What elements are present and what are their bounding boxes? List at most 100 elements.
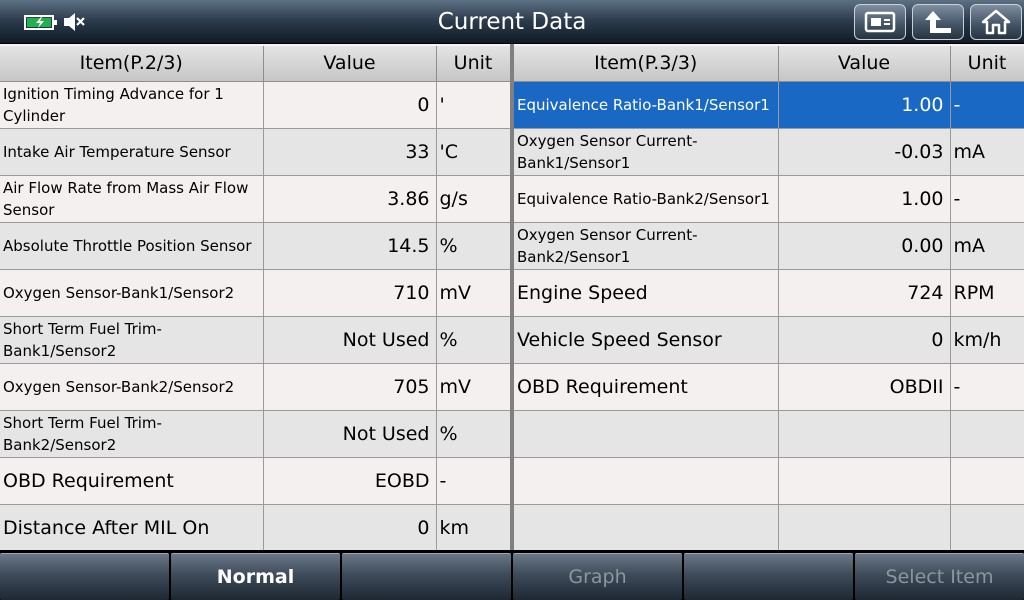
item-cell: Engine Speed [514,269,779,317]
table-row[interactable] [514,504,1024,552]
unit-cell: mA [950,222,1024,270]
value-cell: 14.5 [263,222,437,270]
value-cell: 0 [263,81,437,129]
unit-cell: mA [950,128,1024,176]
right-data-panel: Item(P.3/3) Value Unit Equivalence Ratio… [514,44,1024,552]
table-row[interactable]: Short Term Fuel Trim-Bank1/Sensor2 Not Us… [0,316,511,364]
item-cell: Oxygen Sensor-Bank1/Sensor2 [0,269,264,317]
battery-icon [24,14,57,30]
table-row[interactable]: Equivalence Ratio-Bank2/Sensor1 1.00- [514,175,1024,223]
unit-cell: - [436,457,511,505]
column-header-value[interactable]: Value [778,44,951,82]
table-row[interactable]: Oxygen Sensor-Bank1/Sensor2 710 mV [0,269,511,317]
unit-cell: - [950,363,1024,411]
unit-cell: % [436,410,511,458]
left-data-table: Item(P.2/3) Value Unit Ignition Timing A… [0,44,511,552]
value-cell: 0.00 [778,222,951,270]
unit-cell: mV [436,269,511,317]
unit-cell: ' [436,81,511,129]
value-cell: 710 [263,269,437,317]
back-icon [925,11,951,33]
column-header-value[interactable]: Value [263,44,437,82]
mute-icon[interactable] [62,11,86,33]
column-header-unit[interactable]: Unit [950,44,1024,82]
table-row[interactable]: Short Term Fuel Trim-Bank2/Sensor2 Not Us… [0,410,511,458]
item-cell [514,504,779,552]
graph-button: Graph [513,553,682,600]
value-cell: 1.00 [778,81,951,129]
unit-cell: - [950,175,1024,223]
item-cell: Oxygen Sensor-Bank2/Sensor2 [0,363,264,411]
column-header-unit[interactable]: Unit [436,44,511,82]
value-cell: -0.03 [778,128,951,176]
column-header-item[interactable]: Item(P.3/3) [514,44,779,82]
column-header-item[interactable]: Item(P.2/3) [0,44,264,82]
table-row[interactable]: Absolute Throttle Position Sensor 14.5% [0,222,511,270]
back-button[interactable] [912,4,964,40]
table-row[interactable]: Distance After MIL On 0 km [0,504,511,552]
item-cell: OBD Requirement [0,457,264,505]
item-cell: Equivalence Ratio-Bank2/Sensor1 [514,175,779,223]
unit-cell [950,504,1024,552]
value-cell: 3.86 [263,175,437,223]
value-cell: Not Used [263,410,437,458]
unit-cell [950,457,1024,505]
table-row[interactable]: Oxygen Sensor Current-Bank1/Sensor1 -0.03… [514,128,1024,176]
table-row[interactable]: Intake Air Temperature Sensor 33 'C [0,128,511,176]
unit-cell: - [950,81,1024,129]
print-icon [864,11,896,33]
table-row[interactable]: Engine Speed 724 RPM [514,269,1024,317]
table-row[interactable]: Vehicle Speed Sensor 0 km/h [514,316,1024,364]
normal-button[interactable]: Normal [171,553,340,600]
unit-cell: mV [436,363,511,411]
table-row[interactable]: Oxygen Sensor Current-Bank2/Sensor1 0.00 m… [514,222,1024,270]
bottom-toolbar: Normal Graph Select Item [0,550,1024,600]
table-row[interactable]: Air Flow Rate from Mass Air Flow Sensor 3… [0,175,511,223]
value-cell [778,457,951,505]
table-row[interactable]: Equivalence Ratio-Bank1/Sensor1 1.00- [514,81,1024,129]
value-cell: 705 [263,363,437,411]
item-cell: Short Term Fuel Trim-Bank2/Sensor2 [0,410,264,458]
print-button[interactable] [854,4,906,40]
unit-cell: 'C [436,128,511,176]
unit-cell: % [436,316,511,364]
unit-cell: km [436,504,511,552]
table-row[interactable]: OBD Requirement OBDII - [514,363,1024,411]
table-row[interactable] [514,457,1024,505]
table-row[interactable]: Oxygen Sensor-Bank2/Sensor2 705 mV [0,363,511,411]
empty-button-4 [684,553,853,600]
value-cell: 0 [263,504,437,552]
item-cell [514,457,779,505]
table-row[interactable]: Ignition Timing Advance for 1 Cylinder 0 ' [0,81,511,129]
value-cell: 33 [263,128,437,176]
value-cell: 0 [778,316,951,364]
item-cell [514,410,779,458]
value-cell: 1.00 [778,175,951,223]
table-row[interactable] [514,410,1024,458]
item-cell: Short Term Fuel Trim-Bank1/Sensor2 [0,316,264,364]
value-cell: 724 [778,269,951,317]
title-bar: Current Data [0,0,1024,44]
item-cell: Distance After MIL On [0,504,264,552]
value-cell [778,504,951,552]
right-data-table: Item(P.3/3) Value Unit Equivalence Ratio… [514,44,1024,552]
item-cell: Intake Air Temperature Sensor [0,128,264,176]
item-cell: Air Flow Rate from Mass Air Flow Sensor [0,175,264,223]
table-row[interactable]: OBD Requirement EOBD - [0,457,511,505]
item-cell: Oxygen Sensor Current-Bank2/Sensor1 [514,222,779,270]
unit-cell [950,410,1024,458]
value-cell: Not Used [263,316,437,364]
value-cell [778,410,951,458]
item-cell: OBD Requirement [514,363,779,411]
item-cell: Vehicle Speed Sensor [514,316,779,364]
item-cell: Equivalence Ratio-Bank1/Sensor1 [514,81,779,129]
unit-cell: g/s [436,175,511,223]
item-cell: Oxygen Sensor Current-Bank1/Sensor1 [514,128,779,176]
unit-cell: km/h [950,316,1024,364]
home-button[interactable] [970,4,1022,40]
left-data-panel: Item(P.2/3) Value Unit Ignition Timing A… [0,44,511,552]
nav-buttons [854,4,1022,40]
empty-button-0 [0,553,169,600]
item-cell: Ignition Timing Advance for 1 Cylinder [0,81,264,129]
item-cell: Absolute Throttle Position Sensor [0,222,264,270]
